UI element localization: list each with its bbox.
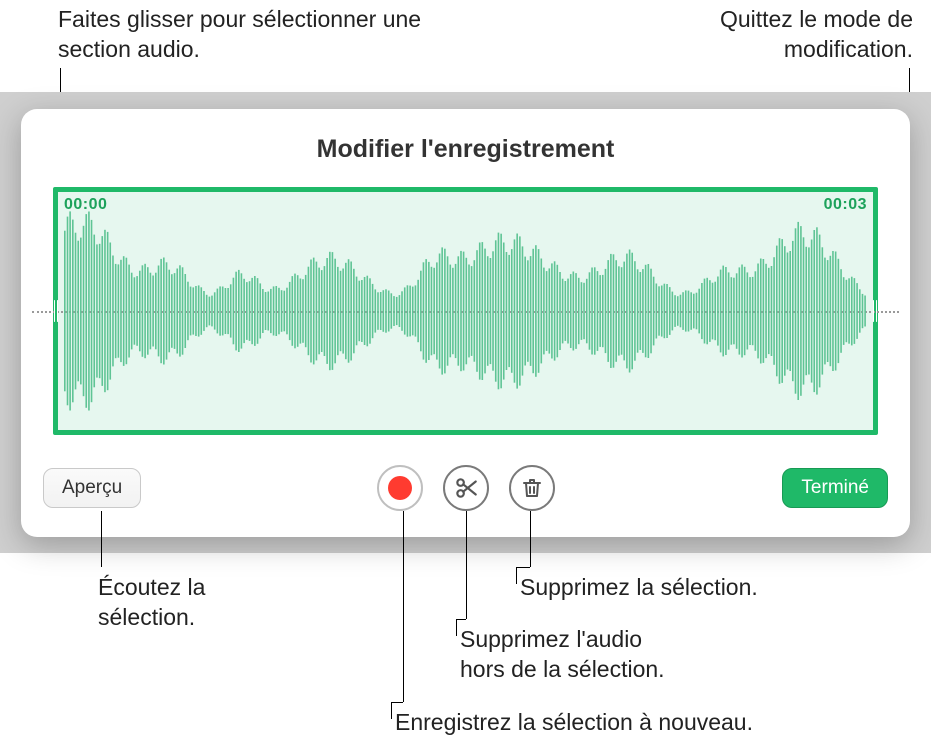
leader-line <box>516 567 517 584</box>
leader-line <box>391 702 392 719</box>
selection-handle-right[interactable] <box>873 300 877 322</box>
button-label: Terminé <box>801 477 869 499</box>
callout-text: hors de la sélection. <box>460 656 665 682</box>
callout-text: Faites glisser pour sélectionner une sec… <box>58 6 421 62</box>
preview-button[interactable]: Aperçu <box>43 468 141 508</box>
waveform-selection[interactable]: 00:00 00:03 <box>53 187 878 435</box>
record-button[interactable] <box>377 465 423 511</box>
controls-row: Aperçu <box>43 465 888 511</box>
button-label: Aperçu <box>62 477 122 499</box>
callout-drag-select: Faites glisser pour sélectionner une sec… <box>58 4 458 65</box>
callout-text: Écoutez la <box>98 574 205 600</box>
scissors-icon <box>453 475 479 501</box>
trash-icon <box>520 476 544 500</box>
edit-recording-panel: Modifier l'enregistrement 00:00 00:03 Ap… <box>21 109 910 537</box>
leader-line <box>530 511 531 567</box>
callout-text: Enregistrez la sélection à nouveau. <box>395 709 753 735</box>
callout-listen-selection: Écoutez la sélection. <box>98 572 298 633</box>
leader-line <box>403 511 404 702</box>
callout-text: Quittez le mode de modification. <box>720 6 913 62</box>
callout-rerecord: Enregistrez la sélection à nouveau. <box>395 707 875 737</box>
leader-line <box>466 511 467 619</box>
leader-line <box>516 567 530 568</box>
panel-title: Modifier l'enregistrement <box>21 109 910 164</box>
waveform-display <box>60 192 871 430</box>
callout-text: Supprimez l'audio <box>460 626 642 652</box>
delete-button[interactable] <box>509 465 555 511</box>
callout-quit-edit: Quittez le mode de modification. <box>613 4 913 65</box>
center-button-group <box>377 465 555 511</box>
leader-line <box>456 619 466 620</box>
callout-text: Supprimez la sélection. <box>520 574 758 600</box>
selection-handle-left[interactable] <box>54 300 58 322</box>
callout-text: sélection. <box>98 604 195 630</box>
leader-line <box>456 619 457 636</box>
done-button[interactable]: Terminé <box>782 468 888 508</box>
callout-delete-selection: Supprimez la sélection. <box>520 572 870 602</box>
leader-line <box>101 511 102 567</box>
trim-button[interactable] <box>443 465 489 511</box>
leader-line <box>391 702 403 703</box>
callout-trim-outside: Supprimez l'audio hors de la sélection. <box>460 624 810 685</box>
record-icon <box>388 476 412 500</box>
